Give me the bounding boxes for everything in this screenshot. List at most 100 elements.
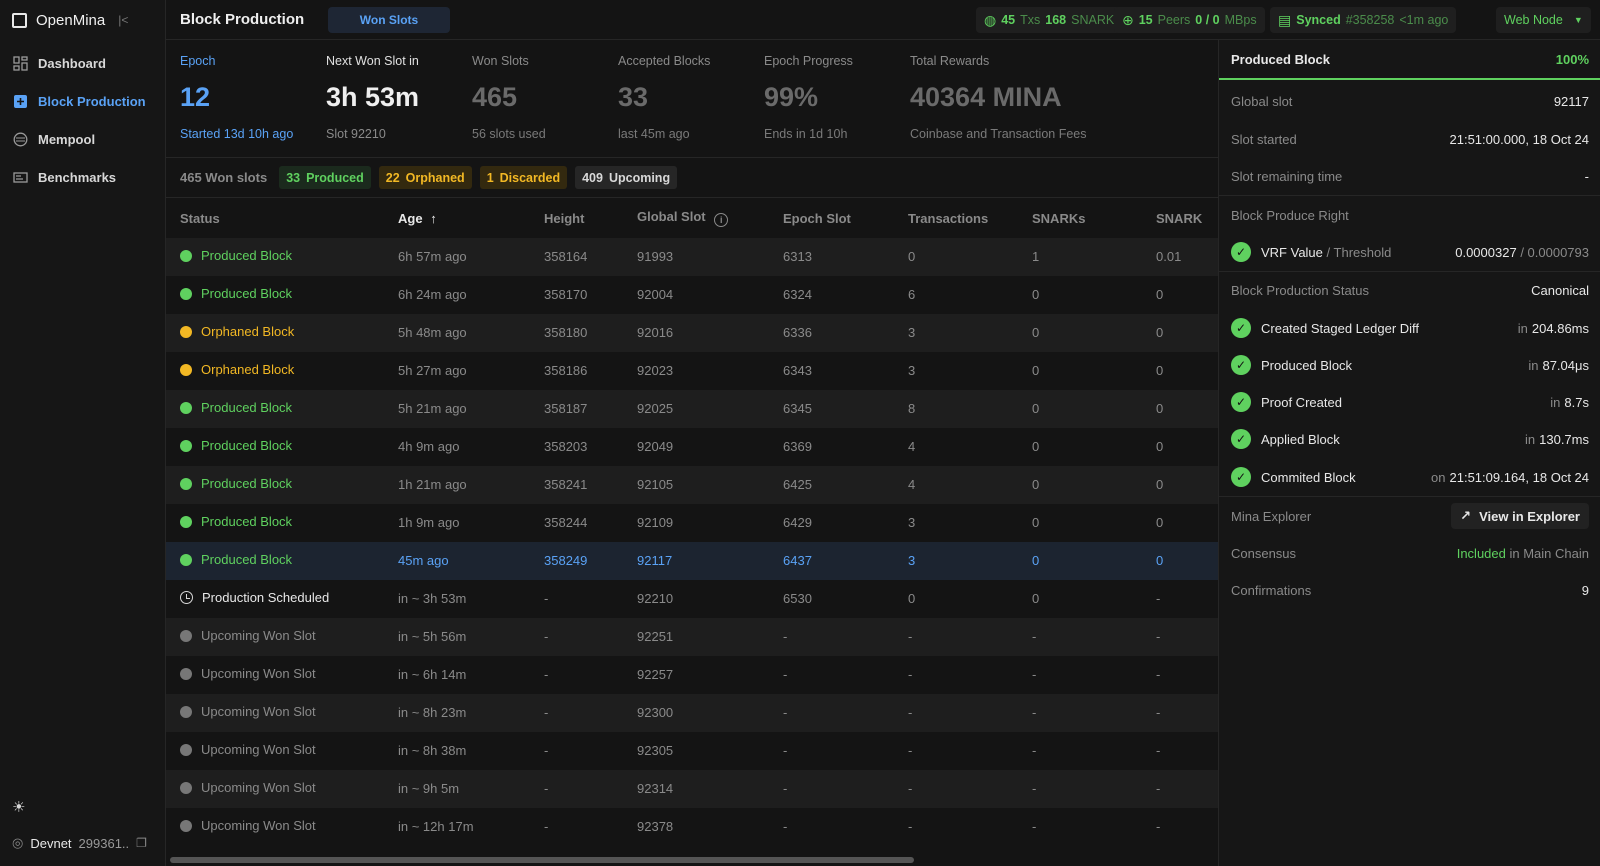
detail-label: Mina Explorer: [1231, 508, 1312, 524]
detail-consensus: Consensus Included in Main Chain: [1219, 534, 1600, 572]
column-header-snarks[interactable]: SNARKs: [1032, 211, 1085, 226]
status-label: Upcoming Won Slot: [201, 780, 316, 795]
cell-global: 92025: [637, 401, 674, 416]
cell-age: in ~ 9h 5m: [398, 781, 460, 796]
peers-status-pill[interactable]: ⊕ 15 Peers 0 / 0 MBps: [1114, 7, 1265, 33]
status-label: Produced Block: [201, 514, 293, 529]
cell-status: Production Scheduled: [180, 590, 329, 605]
table-row[interactable]: Upcoming Won Slot in ~ 6h 14m - 92257 - - - -: [166, 656, 1218, 694]
column-header-status[interactable]: Status: [180, 211, 220, 226]
column-header-snark-fees[interactable]: SNARK: [1156, 211, 1202, 226]
table-row[interactable]: Production Scheduled in ~ 3h 53m - 92210 653…: [166, 580, 1218, 618]
cell-status: Upcoming Won Slot: [180, 628, 316, 643]
cell-age: in ~ 8h 23m: [398, 705, 467, 720]
cell-fees: -: [1156, 667, 1161, 682]
stat-sub: Ends in 1d 10h: [764, 127, 848, 141]
horizontal-scrollbar[interactable]: [170, 857, 914, 863]
txs-count: 45: [1001, 13, 1016, 27]
cell-global: 91993: [637, 249, 674, 264]
table-row[interactable]: Produced Block 5h 21m ago 358187 92025 6345 8…: [166, 390, 1218, 428]
copy-icon[interactable]: ❐: [136, 836, 147, 850]
table-row[interactable]: Produced Block 1h 9m ago 358244 92109 6429 3 0…: [166, 504, 1218, 542]
cell-status: Produced Block: [180, 552, 292, 567]
table-row[interactable]: Upcoming Won Slot in ~ 8h 23m - 92300 - - - -: [166, 694, 1218, 732]
stat-value: 465: [472, 82, 518, 112]
chip-count: 22: [385, 170, 400, 185]
node-selector[interactable]: Web Node ▼: [1496, 7, 1591, 33]
cell-snarks: 0: [1032, 439, 1040, 454]
sidebar-item-benchmarks[interactable]: Benchmarks: [0, 158, 165, 196]
table-row[interactable]: Produced Block 4h 9m ago 358203 92049 6369 4 0…: [166, 428, 1218, 466]
filter-discarded-chip[interactable]: 1 Discarded: [479, 166, 568, 189]
status-label: Upcoming Won Slot: [201, 666, 316, 681]
network-indicator[interactable]: ◎ Devnet 299361.. ❐: [12, 835, 147, 851]
mempool-globe-icon: ◍: [984, 11, 997, 28]
won-slots-summary: 465 Won slots 33 Produced 22 Orphaned 1 …: [166, 158, 1218, 198]
table-row[interactable]: Upcoming Won Slot in ~ 5h 56m - 92251 - - - -: [166, 618, 1218, 656]
openmina-logo-icon: [12, 12, 27, 28]
table-row[interactable]: Produced Block 6h 57m ago 358164 91993 6313 0…: [166, 238, 1218, 276]
cell-fees: 0.01: [1156, 249, 1182, 264]
filter-produced-chip[interactable]: 33 Produced: [279, 166, 371, 189]
step-name: Applied Block: [1261, 431, 1340, 447]
step-value: 8.7s: [1564, 394, 1589, 410]
cell-status: Upcoming Won Slot: [180, 704, 316, 719]
table-row[interactable]: Produced Block 45m ago 358249 92117 6437 3 0 0: [166, 542, 1218, 580]
check-circle-icon: ✓: [1231, 392, 1251, 412]
cell-status: Produced Block: [180, 438, 292, 453]
column-header-global-slot[interactable]: Global Slot i: [637, 209, 729, 227]
cell-txs: 3: [908, 363, 916, 378]
info-icon[interactable]: i: [714, 213, 729, 227]
detail-value: 9: [1581, 582, 1589, 598]
sidebar-item-block-production[interactable]: Block Production: [0, 82, 165, 120]
cell-global: 92117: [637, 553, 673, 568]
cell-fees: 0: [1156, 439, 1164, 454]
cell-txs: 0: [908, 249, 916, 264]
column-header-age[interactable]: Age ↑: [398, 211, 437, 226]
sidebar-item-mempool[interactable]: Mempool: [0, 120, 165, 158]
sidebar-item-dashboard[interactable]: Dashboard: [0, 44, 165, 82]
filter-upcoming-chip[interactable]: 409 Upcoming: [575, 166, 678, 189]
step-label: ✓ Commited Block: [1231, 467, 1356, 487]
cell-height: -: [544, 591, 549, 606]
table-row[interactable]: Orphaned Block 5h 27m ago 358186 92023 6343 3…: [166, 352, 1218, 390]
cell-txs: 3: [908, 553, 916, 568]
column-header-height[interactable]: Height: [544, 211, 584, 226]
column-header-epoch-slot[interactable]: Epoch Slot: [783, 211, 851, 226]
cell-epoch: 6437: [783, 553, 812, 568]
cell-fees: -: [1156, 705, 1161, 720]
detail-slot-started: Slot started 21:51:00.000, 18 Oct 24: [1219, 120, 1600, 158]
vrf-label: ✓ VRF Value / Threshold: [1231, 242, 1391, 262]
table-row[interactable]: Produced Block 1h 21m ago 358241 92105 6425 4…: [166, 466, 1218, 504]
cell-age: in ~ 3h 53m: [398, 591, 467, 606]
stat-value: 3h 53m: [326, 82, 420, 112]
sync-status-pill[interactable]: ▤ Synced #358258 <1m ago: [1270, 7, 1457, 33]
bandwidth: 0 / 0: [1195, 13, 1220, 27]
status-dot-icon: [180, 629, 192, 642]
cell-fees: 0: [1156, 477, 1164, 492]
cell-snarks: -: [1032, 743, 1037, 758]
table-row[interactable]: Upcoming Won Slot in ~ 8h 38m - 92305 - - - -: [166, 732, 1218, 770]
topbar: Block Production Won Slots ◍ 45 Txs 168 …: [166, 0, 1600, 40]
table-row[interactable]: Upcoming Won Slot in ~ 9h 5m - 92314 - - - -: [166, 770, 1218, 808]
tab-won-slots[interactable]: Won Slots: [328, 7, 450, 33]
collapse-icon[interactable]: |<: [118, 13, 128, 27]
consensus-status: Included: [1456, 545, 1506, 561]
cell-fees: -: [1156, 591, 1161, 606]
epoch-stats: Epoch 12 Started 13d 10h ago Next Won Sl…: [166, 40, 1218, 158]
mempool-status-pill[interactable]: ◍ 45 Txs 168 SNARKs: [976, 7, 1129, 33]
cell-epoch: 6343: [783, 363, 812, 378]
table-row[interactable]: Upcoming Won Slot in ~ 12h 17m - 92378 - - - -: [166, 808, 1218, 846]
cell-epoch: 6324: [783, 287, 812, 302]
brand: OpenMina |<: [12, 10, 128, 30]
status-dot-icon: [180, 553, 192, 566]
table-row[interactable]: Produced Block 6h 24m ago 358170 92004 6324 6…: [166, 276, 1218, 314]
filter-orphaned-chip[interactable]: 22 Orphaned: [378, 166, 472, 189]
view-in-explorer-button[interactable]: ↗ View in Explorer: [1451, 503, 1589, 529]
step-prefix: on: [1431, 469, 1446, 485]
cell-snarks: 0: [1032, 553, 1040, 568]
status-dot-icon: [180, 287, 192, 300]
column-header-transactions[interactable]: Transactions: [908, 211, 988, 226]
theme-toggle-sun-icon[interactable]: ☀: [12, 798, 25, 816]
table-row[interactable]: Orphaned Block 5h 48m ago 358180 92016 6336 3…: [166, 314, 1218, 352]
